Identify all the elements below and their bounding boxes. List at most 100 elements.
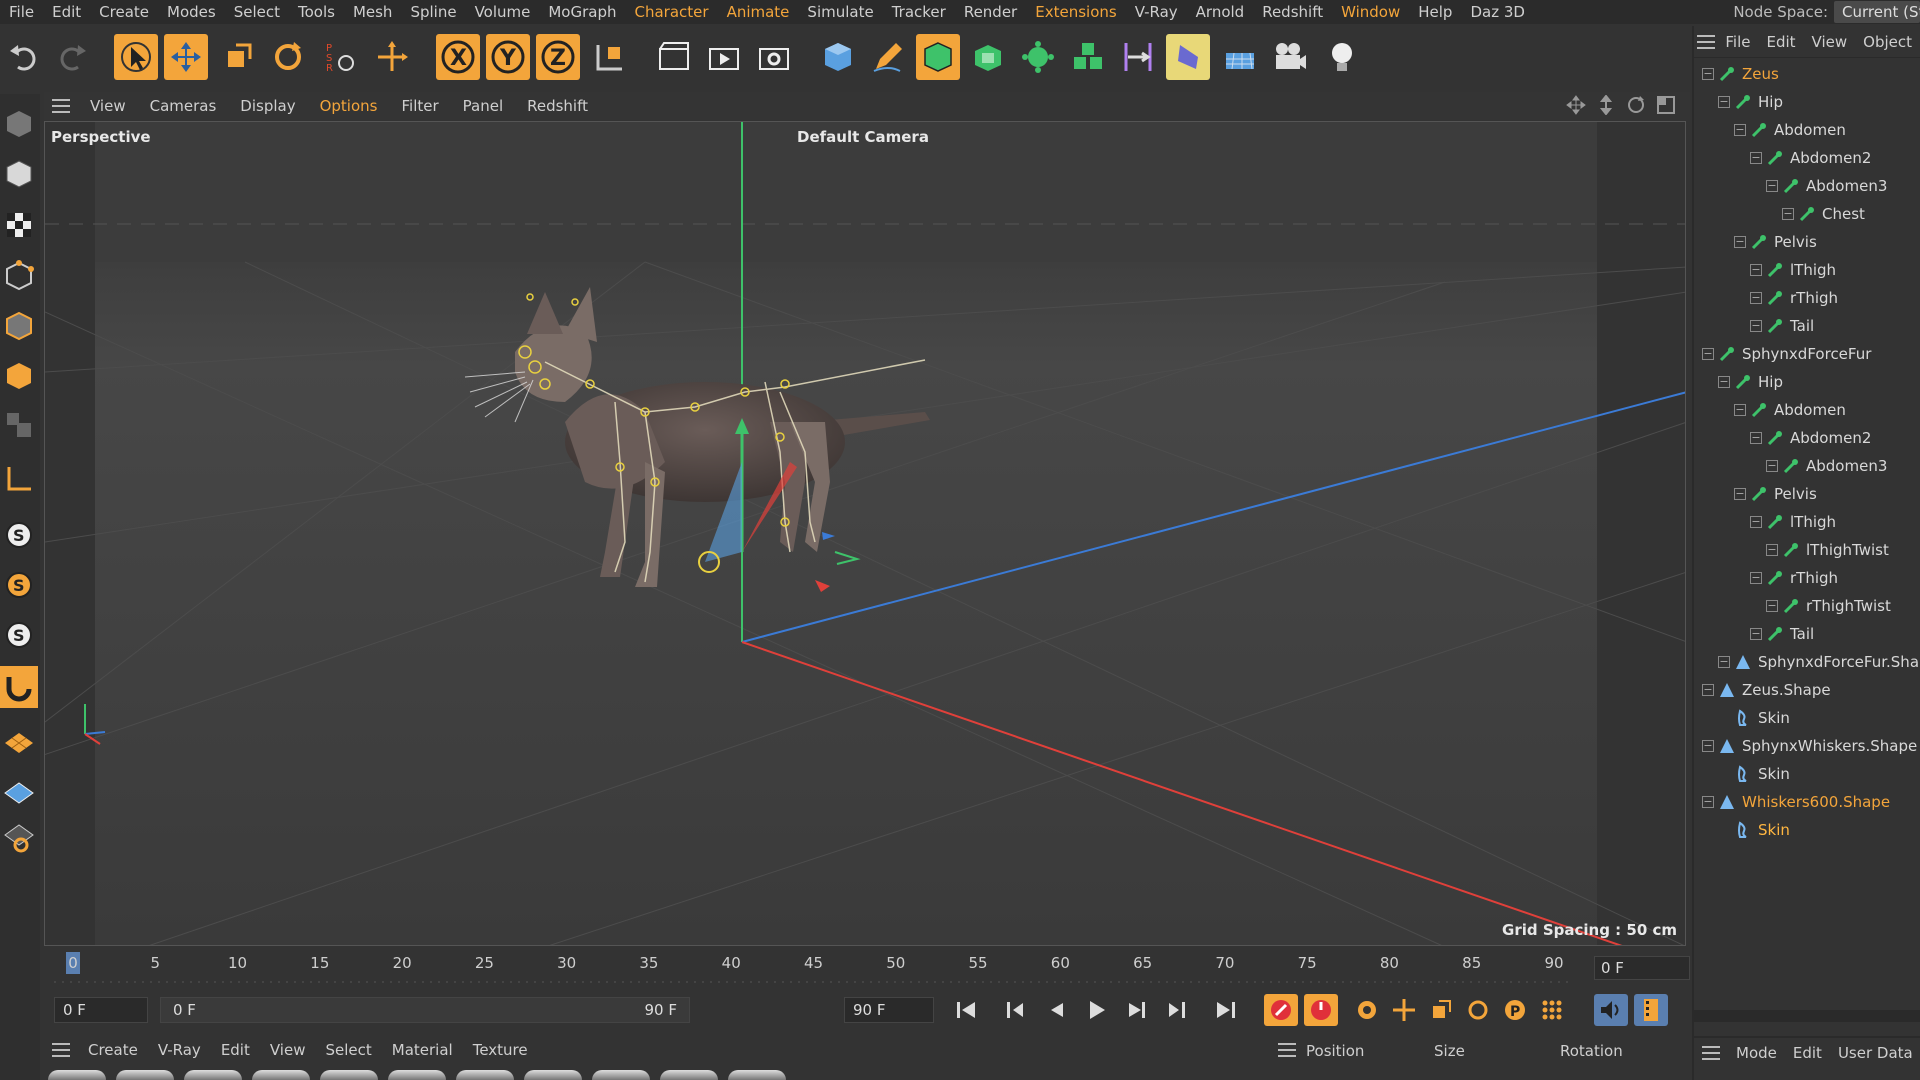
material-thumbnail[interactable] xyxy=(524,1070,582,1080)
object-row[interactable]: − lThighTwist xyxy=(1694,536,1920,564)
menu-spline[interactable]: Spline xyxy=(401,3,465,21)
start-frame-field[interactable]: 0 F xyxy=(54,997,148,1023)
key-point-level-button[interactable] xyxy=(1535,994,1569,1026)
key-rotation-button[interactable] xyxy=(1461,994,1495,1026)
material-thumbnail[interactable] xyxy=(184,1070,242,1080)
object-row[interactable]: − Hip xyxy=(1694,88,1920,116)
object-row[interactable]: − Abdomen3 xyxy=(1694,452,1920,480)
object-row[interactable]: − Pelvis xyxy=(1694,480,1920,508)
expand-toggle-icon[interactable]: − xyxy=(1766,460,1778,472)
live-selection-button[interactable] xyxy=(114,34,158,80)
object-row[interactable]: − lThigh xyxy=(1694,256,1920,284)
key-position-button[interactable] xyxy=(1387,994,1421,1026)
redo-button[interactable] xyxy=(50,34,94,80)
psr-tool-button[interactable]: PSR xyxy=(318,34,362,80)
transform-tool-button[interactable] xyxy=(370,34,414,80)
material-thumbnail[interactable] xyxy=(116,1070,174,1080)
menu-tools[interactable]: Tools xyxy=(289,3,344,21)
attribute-menu-edit[interactable]: Edit xyxy=(1785,1044,1830,1062)
menu-edit[interactable]: Edit xyxy=(43,3,90,21)
z-axis-lock-button[interactable]: Z xyxy=(536,34,580,80)
next-key-button[interactable] xyxy=(1159,994,1193,1026)
grid-snap-button[interactable] xyxy=(0,770,38,812)
object-row[interactable]: − Whiskers600.Shape xyxy=(1694,788,1920,816)
object-row[interactable]: − Abdomen xyxy=(1694,116,1920,144)
cloner-button[interactable] xyxy=(1016,34,1060,80)
sound-button[interactable] xyxy=(1594,994,1628,1026)
object-menu-edit[interactable]: Edit xyxy=(1758,33,1803,51)
viewport-menu-view[interactable]: View xyxy=(78,97,138,115)
locked-workplane-button[interactable] xyxy=(0,816,38,858)
y-axis-lock-button[interactable]: Y xyxy=(486,34,530,80)
model-mode-button[interactable] xyxy=(0,152,38,194)
object-row[interactable]: − rThigh xyxy=(1694,284,1920,312)
material-menu-select[interactable]: Select xyxy=(315,1041,381,1059)
expand-toggle-icon[interactable]: − xyxy=(1734,236,1746,248)
object-menu-file[interactable]: File xyxy=(1717,33,1758,51)
object-row[interactable]: − Zeus.Shape xyxy=(1694,676,1920,704)
material-menu-v-ray[interactable]: V-Ray xyxy=(148,1041,211,1059)
texture-mode-button[interactable] xyxy=(0,204,38,246)
preview-range-slider[interactable]: 0 F 90 F xyxy=(160,997,690,1023)
menu-modes[interactable]: Modes xyxy=(158,3,225,21)
menu-mograph[interactable]: MoGraph xyxy=(539,3,625,21)
object-row[interactable]: − SphynxWhiskers.Shape xyxy=(1694,732,1920,760)
menu-extensions[interactable]: Extensions xyxy=(1026,3,1125,21)
expand-toggle-icon[interactable]: − xyxy=(1702,684,1714,696)
object-row[interactable]: − Tail xyxy=(1694,620,1920,648)
expand-toggle-icon[interactable]: − xyxy=(1750,516,1762,528)
scene-canvas[interactable] xyxy=(45,122,1686,946)
camera-button[interactable] xyxy=(1268,34,1312,80)
menu-simulate[interactable]: Simulate xyxy=(798,3,882,21)
viewport-menu-filter[interactable]: Filter xyxy=(389,97,450,115)
expand-toggle-icon[interactable]: − xyxy=(1750,432,1762,444)
material-menu-create[interactable]: Create xyxy=(78,1041,148,1059)
menu-select[interactable]: Select xyxy=(225,3,289,21)
menu-create[interactable]: Create xyxy=(90,3,158,21)
object-row[interactable]: Skin xyxy=(1694,760,1920,788)
object-row[interactable]: − Pelvis xyxy=(1694,228,1920,256)
viewport-menu-cameras[interactable]: Cameras xyxy=(138,97,229,115)
material-thumbnail[interactable] xyxy=(320,1070,378,1080)
expand-toggle-icon[interactable]: − xyxy=(1750,320,1762,332)
viewport-projection-label[interactable]: Perspective xyxy=(51,128,151,146)
material-thumbnail[interactable] xyxy=(728,1070,786,1080)
material-thumbnail[interactable] xyxy=(456,1070,514,1080)
dolly-icon[interactable] xyxy=(1596,94,1616,116)
menu-redshift[interactable]: Redshift xyxy=(1253,3,1332,21)
object-row[interactable]: − Abdomen3 xyxy=(1694,172,1920,200)
expand-toggle-icon[interactable] xyxy=(1718,824,1730,836)
previous-frame-button[interactable] xyxy=(1039,994,1073,1026)
coordinate-system-button[interactable] xyxy=(588,34,632,80)
viewport-menu-hamburger[interactable] xyxy=(44,92,78,120)
expand-toggle-icon[interactable]: − xyxy=(1718,96,1730,108)
points-mode-button[interactable] xyxy=(0,254,38,296)
coordinates-menu-hamburger[interactable] xyxy=(1270,1036,1304,1064)
previous-key-button[interactable] xyxy=(999,994,1033,1026)
object-row[interactable]: − Abdomen2 xyxy=(1694,424,1920,452)
make-editable-button[interactable] xyxy=(0,102,38,144)
viewport[interactable]: Perspective Default Camera Grid Spacing … xyxy=(44,121,1686,946)
object-row[interactable]: − SphynxdForceFur xyxy=(1694,340,1920,368)
object-row[interactable]: − Zeus xyxy=(1694,60,1920,88)
keyframe-selection-button[interactable] xyxy=(1350,994,1384,1026)
menu-file[interactable]: File xyxy=(0,3,43,21)
expand-toggle-icon[interactable]: − xyxy=(1734,488,1746,500)
end-frame-field[interactable]: 90 F xyxy=(844,997,934,1023)
material-menu-texture[interactable]: Texture xyxy=(463,1041,538,1059)
object-row[interactable]: − Abdomen2 xyxy=(1694,144,1920,172)
expand-toggle-icon[interactable]: − xyxy=(1702,740,1714,752)
material-thumbnail[interactable] xyxy=(660,1070,718,1080)
object-row[interactable]: − rThighTwist xyxy=(1694,592,1920,620)
workplane-button[interactable] xyxy=(0,720,38,762)
menu-window[interactable]: Window xyxy=(1332,3,1409,21)
extrude-button[interactable] xyxy=(966,34,1010,80)
render-to-picture-viewer-button[interactable] xyxy=(702,34,746,80)
viewport-menu-redshift[interactable]: Redshift xyxy=(515,97,600,115)
object-row[interactable]: − SphynxdForceFur.Shap xyxy=(1694,648,1920,676)
menu-tracker[interactable]: Tracker xyxy=(883,3,955,21)
object-menu-object[interactable]: Object xyxy=(1855,33,1920,51)
expand-toggle-icon[interactable]: − xyxy=(1718,656,1730,668)
expand-toggle-icon[interactable]: − xyxy=(1782,208,1794,220)
menu-volume[interactable]: Volume xyxy=(466,3,540,21)
